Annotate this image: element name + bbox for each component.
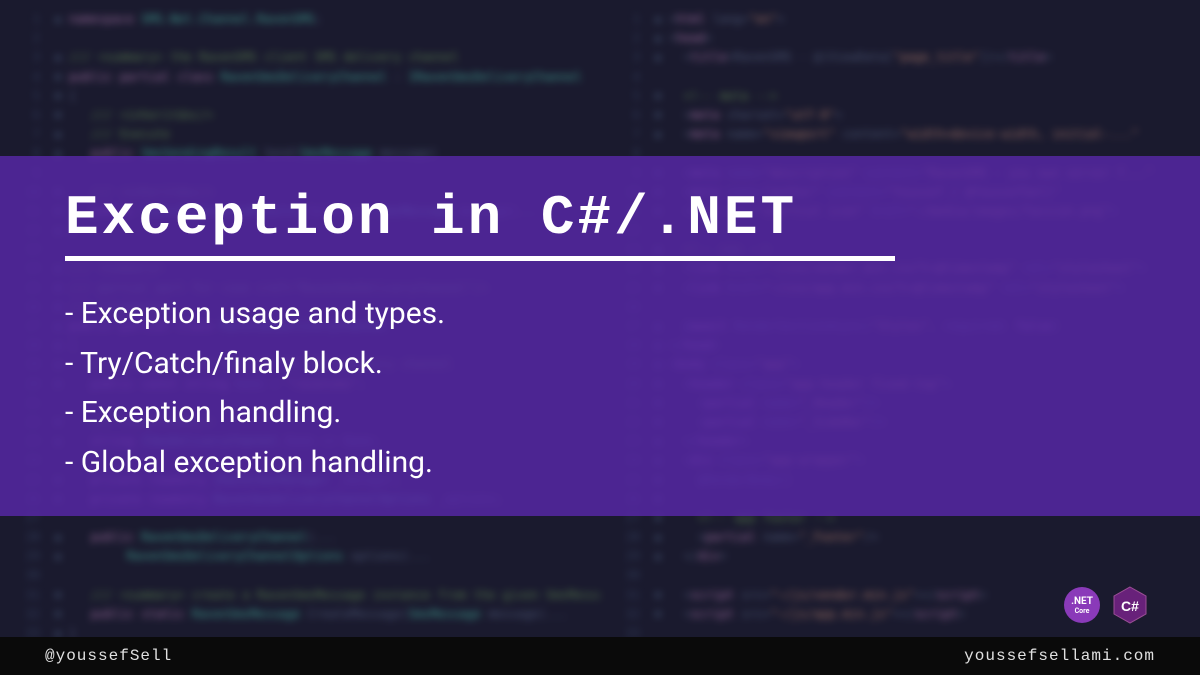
- dotnet-core-badge-icon: .NET Core: [1064, 587, 1100, 623]
- content-panel: Exception in C#/.NET - Exception usage a…: [0, 156, 1200, 516]
- footer-site: youssefsellami.com: [964, 647, 1155, 665]
- svg-text:C#: C#: [1121, 598, 1139, 614]
- csharp-badge-icon: C#: [1110, 585, 1150, 625]
- footer-handle: @youssefSell: [45, 647, 172, 665]
- badge-net-label: .NET: [1071, 596, 1093, 607]
- title-underline: [65, 256, 895, 261]
- bullet-list: - Exception usage and types. - Try/Catch…: [65, 289, 1135, 487]
- list-item: - Try/Catch/finaly block.: [65, 339, 1135, 389]
- list-item: - Global exception handling.: [65, 438, 1135, 488]
- list-item: - Exception handling.: [65, 388, 1135, 438]
- main-title: Exception in C#/.NET: [65, 186, 1135, 250]
- badge-net-sub: Core: [1075, 607, 1090, 615]
- badges-container: .NET Core C#: [1064, 585, 1150, 625]
- list-item: - Exception usage and types.: [65, 289, 1135, 339]
- footer-bar: @youssefSell youssefsellami.com: [0, 637, 1200, 675]
